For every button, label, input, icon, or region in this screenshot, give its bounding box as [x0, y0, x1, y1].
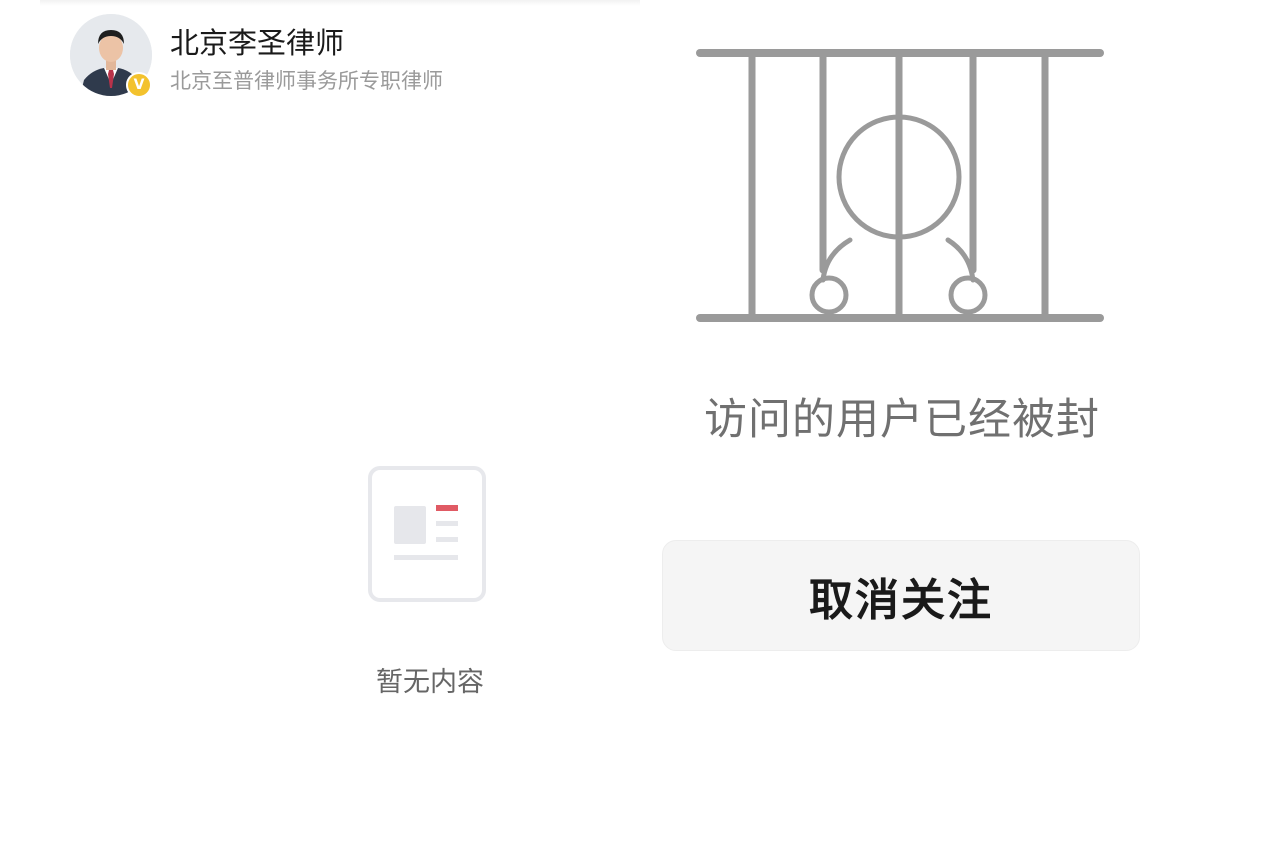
profile-subtitle: 北京至普律师事务所专职律师: [170, 69, 443, 93]
empty-state-text: 暂无内容: [376, 667, 484, 698]
profile-header[interactable]: V 北京李圣律师 北京至普律师事务所专职律师: [70, 14, 590, 100]
unfollow-button[interactable]: 取消关注: [662, 540, 1140, 651]
article-placeholder-icon: [368, 466, 486, 604]
ban-message: 访问的用户已经被封: [704, 395, 1100, 445]
profile-name[interactable]: 北京李圣律师: [170, 20, 344, 62]
top-divider: [40, 0, 640, 6]
page: V 北京李圣律师 北京至普律师事务所专职律师 暂无内容 访问的用户已经被封 取消…: [0, 0, 1280, 853]
jail-bars-icon: [690, 40, 1110, 330]
verified-badge-icon: V: [126, 72, 152, 98]
